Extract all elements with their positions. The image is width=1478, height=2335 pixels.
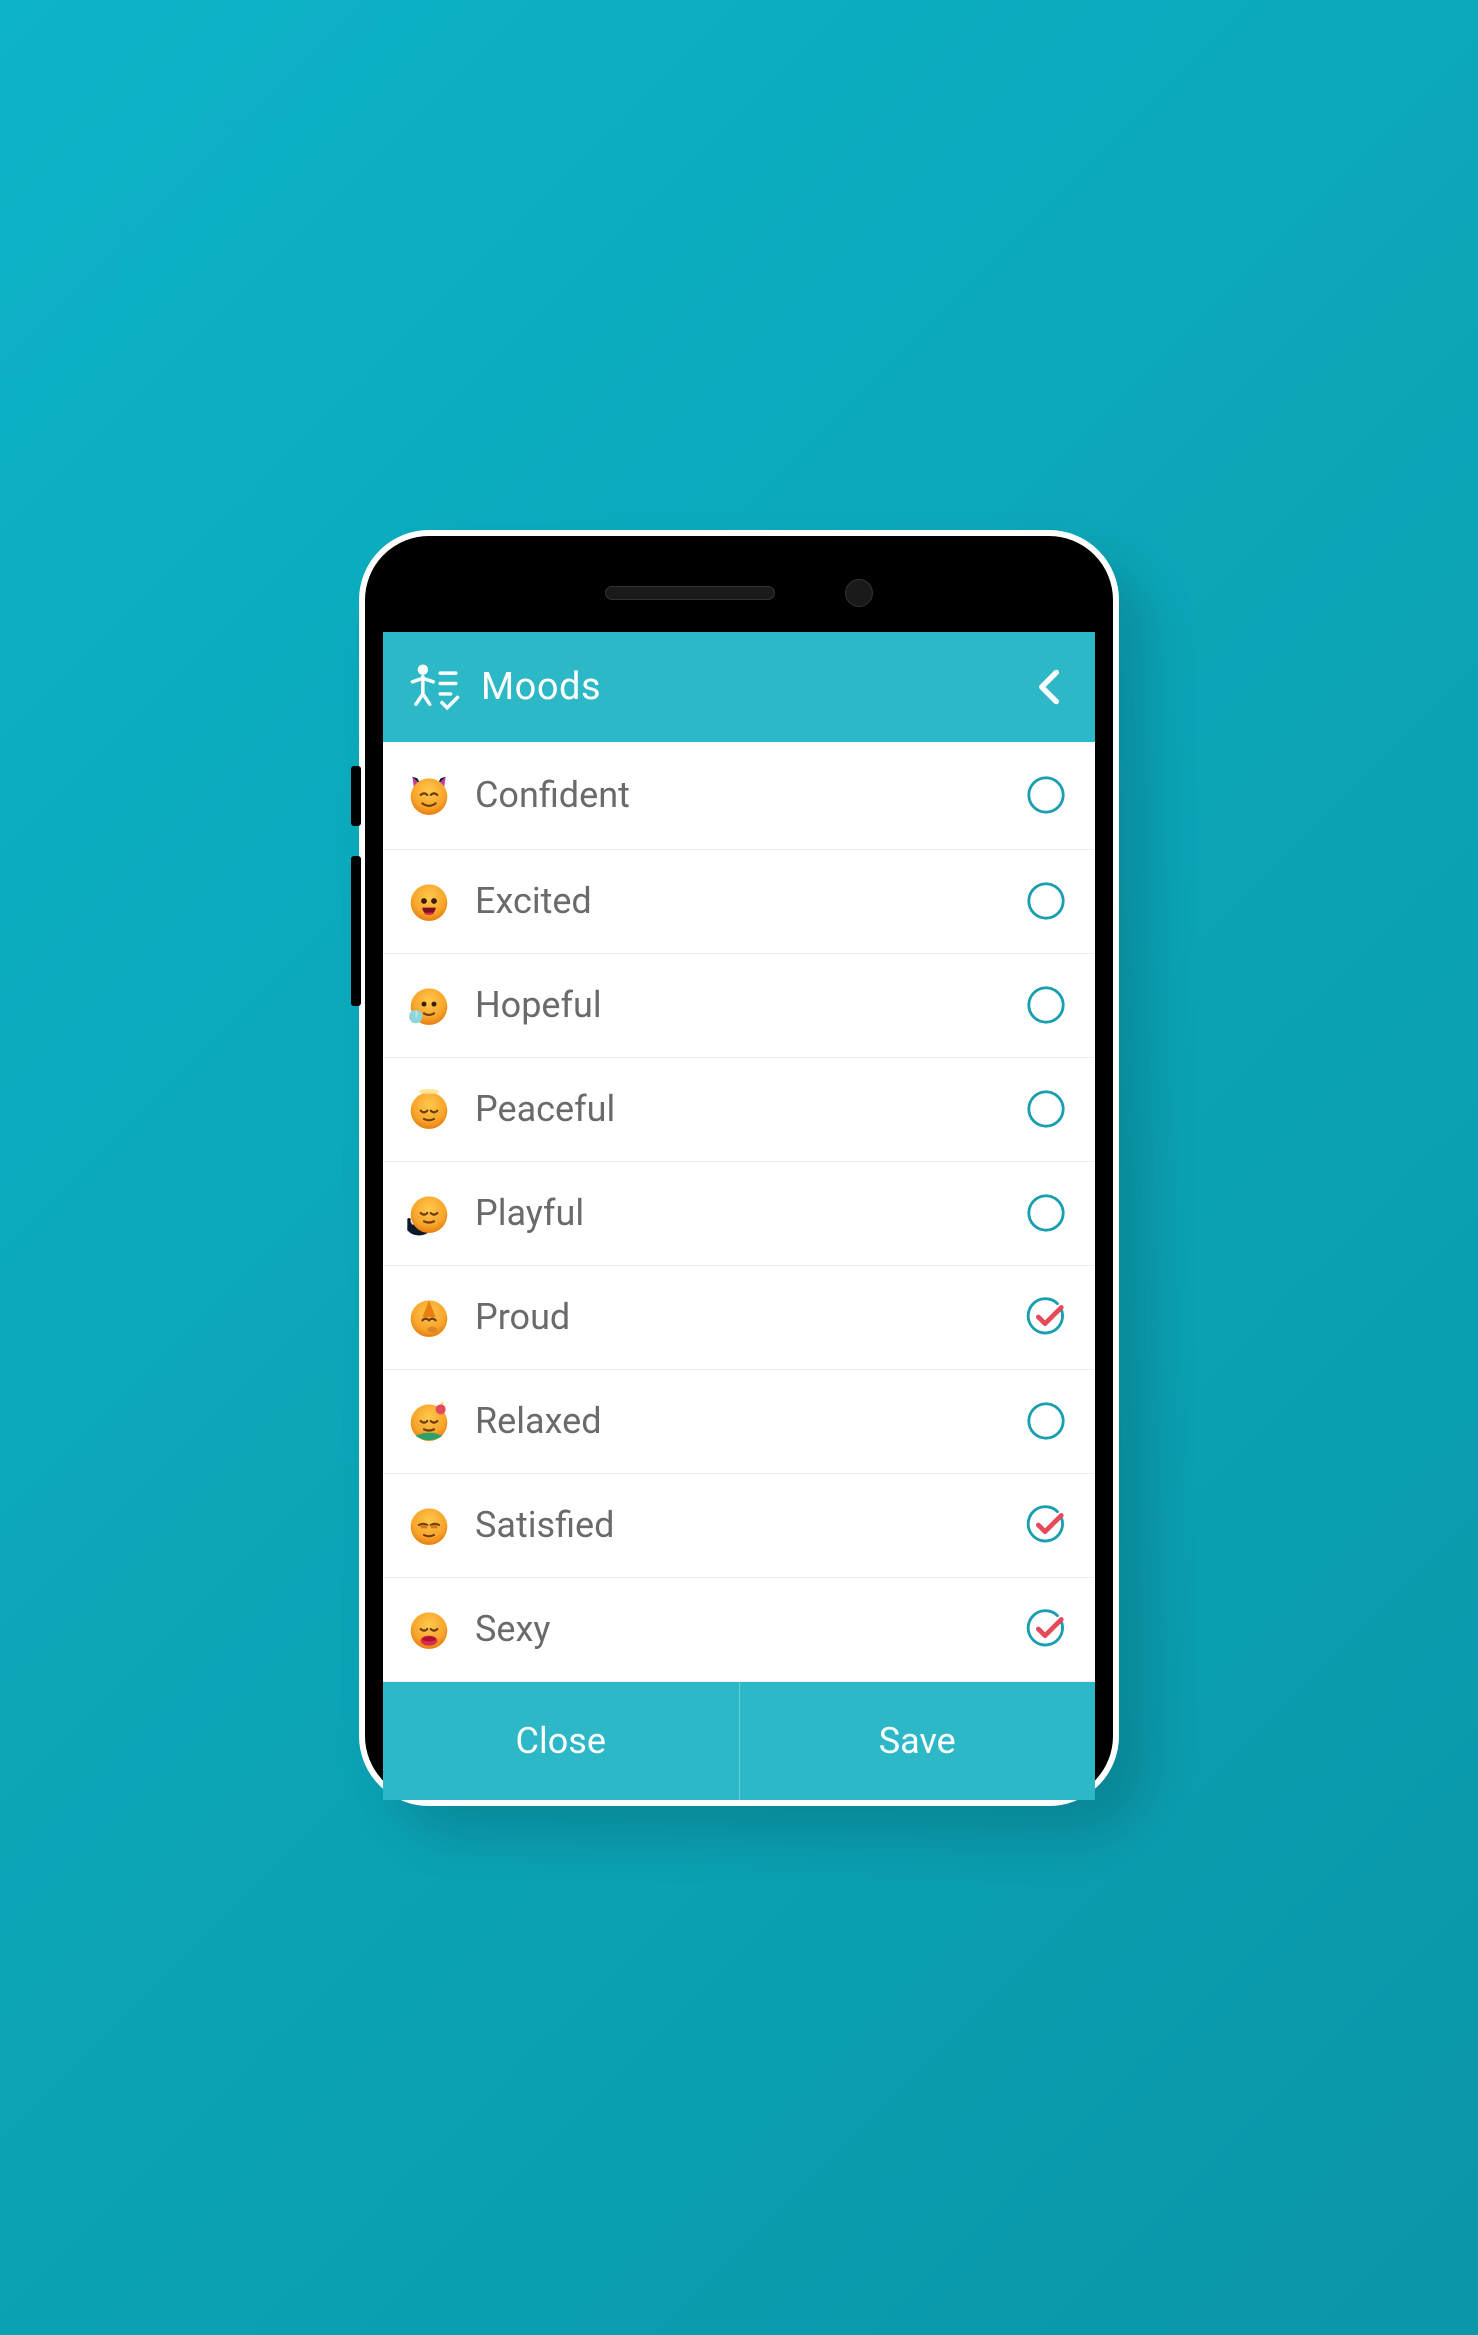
mood-label: Peaceful — [475, 1088, 615, 1130]
hopeful-emoji-icon — [401, 977, 457, 1033]
close-button[interactable]: Close — [383, 1682, 740, 1800]
sexy-emoji-icon — [401, 1601, 457, 1657]
mood-row[interactable]: Peaceful — [383, 1058, 1095, 1162]
mood-radio[interactable] — [1025, 1504, 1067, 1546]
satisfied-emoji-icon — [401, 1497, 457, 1553]
mood-radio[interactable] — [1025, 1608, 1067, 1650]
excited-emoji-icon — [401, 873, 457, 929]
mood-radio[interactable] — [1025, 774, 1067, 816]
phone-side-button — [351, 766, 361, 826]
phone-camera — [845, 579, 873, 607]
app-header: Moods — [383, 632, 1095, 742]
mood-label: Playful — [475, 1192, 584, 1234]
mood-label: Excited — [475, 880, 592, 922]
phone-speaker — [605, 586, 775, 600]
mood-label: Satisfied — [475, 1504, 614, 1546]
relaxed-emoji-icon — [401, 1393, 457, 1449]
mood-radio[interactable] — [1025, 1296, 1067, 1338]
moods-header-icon — [407, 659, 463, 715]
mood-row[interactable]: Proud — [383, 1266, 1095, 1370]
phone-frame: Moods — [359, 530, 1119, 1806]
footer-bar: Close Save — [383, 1682, 1095, 1800]
app-screen: Moods — [383, 632, 1095, 1800]
mood-radio[interactable] — [1025, 1088, 1067, 1130]
confident-emoji-icon — [401, 767, 457, 823]
mood-radio[interactable] — [1025, 880, 1067, 922]
proud-emoji-icon — [401, 1289, 457, 1345]
mood-row[interactable]: Playful — [383, 1162, 1095, 1266]
mood-row[interactable]: Sexy — [383, 1578, 1095, 1682]
playful-emoji-icon — [401, 1185, 457, 1241]
save-button[interactable]: Save — [740, 1682, 1096, 1800]
mood-label: Proud — [475, 1296, 570, 1338]
mood-label: Confident — [475, 774, 630, 816]
mood-row[interactable]: Satisfied — [383, 1474, 1095, 1578]
mood-row[interactable]: Excited — [383, 850, 1095, 954]
chevron-left-icon — [1029, 667, 1069, 707]
mood-row[interactable]: Hopeful — [383, 954, 1095, 1058]
mood-radio[interactable] — [1025, 984, 1067, 1026]
mood-label: Sexy — [475, 1608, 550, 1650]
peaceful-emoji-icon — [401, 1081, 457, 1137]
mood-row[interactable]: Relaxed — [383, 1370, 1095, 1474]
mood-list: Confident Excited — [383, 742, 1095, 1682]
mood-row[interactable]: Confident — [383, 742, 1095, 850]
mood-label: Relaxed — [475, 1400, 602, 1442]
mood-radio[interactable] — [1025, 1192, 1067, 1234]
page-title: Moods — [481, 665, 601, 709]
mood-radio[interactable] — [1025, 1400, 1067, 1442]
mood-label: Hopeful — [475, 984, 602, 1026]
phone-top-bar — [383, 554, 1095, 632]
phone-side-button — [351, 856, 361, 1006]
back-button[interactable] — [1027, 665, 1071, 709]
